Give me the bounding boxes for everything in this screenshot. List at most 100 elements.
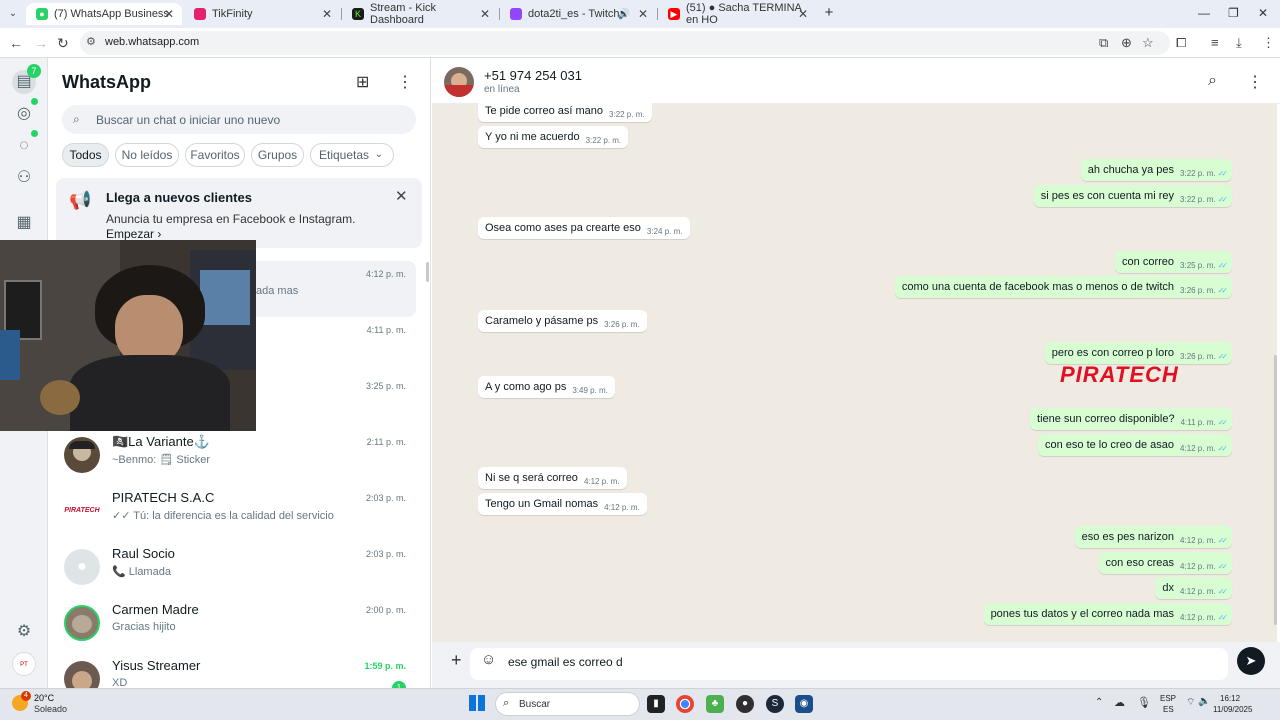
message-bubble[interactable]: dx 4:12 p. m. ✓✓: [1155, 577, 1232, 599]
message-text: con eso creas: [1105, 557, 1175, 569]
promo-link[interactable]: Empezar ›: [106, 227, 161, 241]
language-indicator[interactable]: ESP: [1160, 694, 1176, 703]
app-green-icon[interactable]: ♣: [706, 695, 724, 713]
extensions-icon[interactable]: ⧠: [1176, 35, 1186, 51]
message-bubble[interactable]: Te pide correo así mano 3:22 p. m.: [478, 100, 652, 122]
contact-avatar[interactable]: [444, 67, 474, 97]
clock-date[interactable]: 11/09/2025: [1213, 705, 1252, 714]
chat-list-scrollbar[interactable]: [426, 262, 429, 282]
filter-unread[interactable]: No leídos: [115, 143, 179, 167]
close-icon[interactable]: ✕: [480, 7, 490, 21]
back-icon[interactable]: ←: [9, 35, 23, 51]
wifi-icon[interactable]: ⌔: [1186, 696, 1195, 709]
close-icon[interactable]: ✕: [164, 7, 174, 21]
network-icon[interactable]: ☁: [1114, 696, 1125, 709]
address-bar-row: ← → ↻ ⚙ web.whatsapp.com ⧉ ⊕ ☆ ⧠ ≡ ⤓ ⋮: [0, 28, 1280, 58]
store-icon[interactable]: ▦: [12, 211, 36, 235]
filter-favorites[interactable]: Favoritos: [185, 143, 245, 167]
tab-whatsapp[interactable]: ● (7) WhatsApp Business ✕: [26, 3, 182, 25]
omnibox[interactable]: ⚙: [80, 31, 1170, 55]
chrome-icon[interactable]: [676, 695, 694, 713]
downloads-icon[interactable]: ⤓: [1236, 35, 1242, 51]
reload-icon[interactable]: ↻: [57, 35, 69, 52]
read-receipt-icon: ✓✓: [1217, 444, 1229, 453]
filter-all[interactable]: Todos: [62, 143, 109, 167]
chat-row[interactable]: ● Raul Socio 📞 Llamada 2:03 p. m.: [56, 541, 416, 597]
profile-avatar[interactable]: PT: [12, 652, 36, 676]
chat-row[interactable]: PIRATECH PIRATECH S.A.C ✓✓ Tú: la difere…: [56, 485, 416, 541]
microphone-icon[interactable]: 🎙: [1137, 696, 1151, 709]
minimize-icon[interactable]: —: [1198, 6, 1210, 20]
message-bubble[interactable]: eso es pes narizon 4:12 p. m. ✓✓: [1074, 526, 1232, 548]
windows-start-icon[interactable]: [469, 695, 485, 711]
message-bubble[interactable]: tiene sun correo disponible? 4:11 p. m. ✓✓: [1030, 408, 1232, 430]
message-scrollbar[interactable]: [1274, 355, 1277, 625]
settings-icon[interactable]: ⚙: [12, 620, 36, 644]
sticker-emoji-icon[interactable]: ☺: [481, 651, 496, 668]
chat-menu-icon[interactable]: ⋮: [1247, 72, 1263, 92]
speaker-icon[interactable]: 🔊: [618, 9, 630, 20]
message-bubble[interactable]: Ni se q será correo 4:12 p. m.: [478, 467, 627, 489]
zoom-icon[interactable]: ⊕: [1121, 35, 1132, 51]
chat-row[interactable]: Yisus Streamer XD 1:59 p. m. 1: [56, 653, 416, 688]
close-icon[interactable]: ✕: [395, 187, 408, 205]
send-button[interactable]: ➤: [1237, 647, 1265, 675]
message-bubble[interactable]: Osea como ases pa crearte eso 3:24 p. m.: [478, 217, 690, 239]
taskbar-search[interactable]: [495, 692, 640, 716]
tab-twitch[interactable]: dota2ti_es - Twitch 🔊 ✕: [500, 3, 656, 25]
chat-time: 2:03 p. m.: [365, 549, 406, 559]
window-close-icon[interactable]: ✕: [1258, 6, 1268, 20]
avatar: [64, 661, 100, 688]
filter-labels[interactable]: Etiquetas ⌄: [310, 143, 394, 167]
filter-groups[interactable]: Grupos: [251, 143, 304, 167]
app-blue-icon[interactable]: ◉: [795, 695, 813, 713]
message-bubble[interactable]: pones tus datos y el correo nada mas 4:12…: [983, 603, 1232, 625]
menu-kebab-icon[interactable]: ⋮: [1262, 35, 1275, 51]
chat-row[interactable]: 🏴‍☠️La Variante⚓ ~Benmo: 🗒 Sticker 2:11 …: [56, 429, 416, 485]
install-app-icon[interactable]: ⧉: [1099, 35, 1108, 51]
channels-icon[interactable]: ◌: [12, 134, 36, 158]
steam-icon[interactable]: S: [766, 695, 784, 713]
attach-plus-icon[interactable]: +: [451, 650, 462, 671]
url-text[interactable]: web.whatsapp.com: [105, 36, 199, 48]
chevron-up-icon[interactable]: ⌃: [1095, 697, 1103, 708]
clock-time[interactable]: 16:12: [1220, 694, 1240, 703]
bookmark-star-icon[interactable]: ☆: [1142, 35, 1154, 51]
message-bubble[interactable]: ah chucha ya pes 3:22 p. m. ✓✓: [1080, 159, 1232, 181]
message-bubble[interactable]: con eso creas 4:12 p. m. ✓✓: [1098, 552, 1232, 574]
forward-icon[interactable]: →: [34, 35, 48, 51]
message-bubble[interactable]: con correo 3:25 p. m. ✓✓: [1115, 251, 1232, 273]
site-info-icon[interactable]: ⚙: [86, 35, 96, 48]
restore-icon[interactable]: ❐: [1228, 6, 1239, 20]
new-tab-button[interactable]: +: [820, 4, 838, 22]
search-icon[interactable]: ⌕: [1208, 72, 1217, 90]
contact-name[interactable]: +51 974 254 031: [484, 68, 582, 83]
message-bubble[interactable]: pero es con correo p loro 3:26 p. m. ✓✓: [1044, 342, 1232, 364]
tab-search-button[interactable]: ⌄: [4, 5, 22, 23]
read-receipt-icon: ✓✓: [1217, 418, 1229, 427]
close-icon[interactable]: ✕: [322, 7, 332, 21]
tab-tikfinity[interactable]: TikFinity ✕: [184, 3, 340, 25]
close-icon[interactable]: ✕: [638, 7, 648, 21]
file-explorer-icon[interactable]: ▮: [647, 695, 665, 713]
volume-icon[interactable]: 🔈: [1198, 696, 1210, 707]
media-controls-icon[interactable]: ≡: [1211, 35, 1219, 50]
chat-row[interactable]: Carmen Madre Gracias hijito 2:00 p. m.: [56, 597, 416, 653]
close-icon[interactable]: ✕: [798, 7, 808, 21]
message-input-text[interactable]: ese gmail es correo d: [508, 655, 623, 669]
message-bubble[interactable]: con eso te lo creo de asao 4:12 p. m. ✓✓: [1037, 434, 1232, 456]
message-bubble[interactable]: Y yo ni me acuerdo 3:22 p. m.: [478, 126, 629, 148]
obs-icon[interactable]: ●: [736, 695, 754, 713]
message-bubble[interactable]: Tengo un Gmail nomas 4:12 p. m.: [478, 493, 647, 515]
message-bubble[interactable]: A y como ago ps 3:49 p. m.: [478, 376, 615, 398]
message-bubble[interactable]: si pes es con cuenta mi rey 3:22 p. m. ✓✓: [1033, 185, 1232, 207]
new-chat-icon[interactable]: ⊞: [356, 72, 369, 92]
communities-icon[interactable]: ⚇: [12, 166, 36, 190]
tab-kick[interactable]: K Stream - Kick Dashboard ✕: [342, 2, 498, 26]
message-text: Caramelo y pásame ps: [485, 315, 599, 327]
tab-youtube[interactable]: ▶ (51) ● Sacha TERMINA en HO ✕: [658, 2, 816, 26]
status-icon[interactable]: ◎: [12, 102, 36, 126]
message-bubble[interactable]: Caramelo y pásame ps 3:26 p. m.: [478, 310, 647, 332]
message-bubble[interactable]: como una cuenta de facebook mas o menos …: [894, 276, 1232, 298]
menu-icon[interactable]: ⋮: [397, 72, 413, 92]
